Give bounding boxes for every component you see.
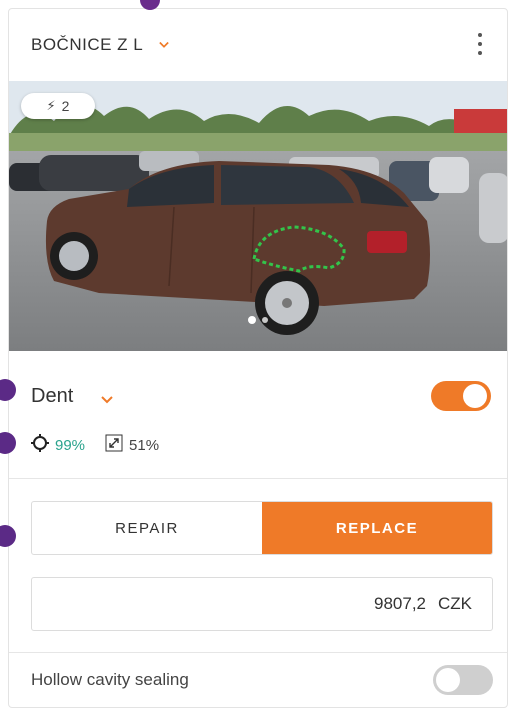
damage-type-row: Dent <box>9 379 507 411</box>
price-field[interactable]: 9807,2 CZK <box>31 577 493 631</box>
repair-button[interactable]: REPAIR <box>32 502 262 554</box>
damage-card: BOČNICE Z L ⚡ 2 Dent 99% 51% REPAIR REPL… <box>8 8 508 708</box>
price-currency: CZK <box>438 594 472 613</box>
chevron-down-icon[interactable] <box>159 40 170 50</box>
divider <box>9 652 507 653</box>
hollow-cavity-toggle[interactable] <box>433 665 493 695</box>
price-value: 9807,2 <box>374 594 426 613</box>
metrics-row: 99% 51% <box>31 433 159 457</box>
lightning-icon: ⚡ <box>46 98 56 113</box>
expand-icon <box>105 434 123 456</box>
chevron-down-icon[interactable] <box>101 391 113 409</box>
kebab-menu-icon[interactable] <box>477 33 483 55</box>
damage-count-badge[interactable]: ⚡ 2 <box>21 93 95 119</box>
divider <box>9 478 507 479</box>
confidence-value: 99% <box>55 436 86 454</box>
repair-replace-toggle: REPAIR REPLACE <box>31 501 493 555</box>
target-icon <box>31 434 49 456</box>
replace-button[interactable]: REPLACE <box>262 502 492 554</box>
hollow-cavity-label: Hollow cavity sealing <box>31 670 189 689</box>
hollow-cavity-row: Hollow cavity sealing <box>31 665 493 695</box>
damage-count: 2 <box>61 98 70 114</box>
size-value: 51% <box>129 436 160 454</box>
part-title: BOČNICE Z L <box>31 35 144 54</box>
card-header: BOČNICE Z L <box>9 9 507 81</box>
damage-photo[interactable]: ⚡ 2 <box>9 81 507 351</box>
carousel-dots[interactable] <box>247 315 271 325</box>
damage-enabled-toggle[interactable] <box>431 381 491 411</box>
damage-type-select[interactable]: Dent <box>31 385 73 408</box>
